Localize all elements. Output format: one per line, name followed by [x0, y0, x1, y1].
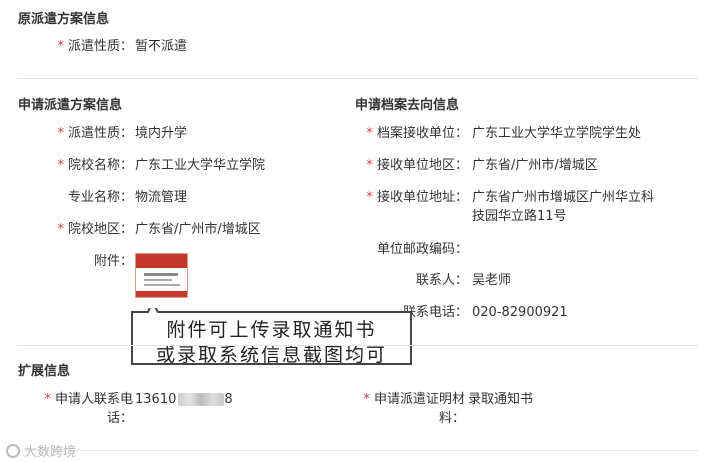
archive-postcode-row: 单位邮政编码：: [355, 240, 472, 259]
ext-proof-value: 录取通知书: [468, 392, 534, 407]
archive-phone-value: 020-82900921: [472, 305, 568, 320]
required-mark: *: [366, 158, 373, 173]
divider: [18, 345, 698, 346]
ext-phone-label-line2: 话：: [106, 411, 133, 426]
divider: [18, 78, 698, 79]
original-dispatch-label: 派遣性质：: [67, 39, 133, 54]
redacted-digits: [178, 393, 225, 406]
apply-dispatch-row: * 派遣性质： 境内升学: [18, 124, 187, 143]
archive-address-row: * 接收单位地址： 广东省广州市增城区广州华立科 技园华立路11号: [355, 188, 702, 226]
ext-phone-value: 13610: [135, 392, 177, 407]
archive-region-value: 广东省/广州市/增城区: [472, 158, 598, 173]
apply-school-row: * 院校名称： 广东工业大学华立学院: [18, 156, 265, 175]
required-mark: *: [363, 392, 370, 407]
required-mark: *: [366, 190, 373, 205]
ext-proof-row: * 申请派遣证明材 料： 录取通知书: [355, 390, 533, 428]
archive-region-row: * 接收单位地区： 广东省/广州市/增城区: [355, 156, 598, 175]
apply-dispatch-value: 境内升学: [135, 126, 188, 141]
ext-phone-value-tail: 8: [224, 392, 233, 407]
watermark: 大数跨境: [6, 441, 76, 460]
archive-unit-value: 广东工业大学华立学院学生处: [472, 126, 642, 141]
original-dispatch-value: 暂不派遣: [135, 39, 188, 54]
divider: [18, 450, 698, 451]
archive-unit-row: * 档案接收单位： 广东工业大学华立学院学生处: [355, 124, 641, 143]
apply-major-row: 专业名称： 物流管理: [18, 188, 187, 207]
archive-address-line1: 广东省广州市增城区广州华立科: [472, 190, 655, 205]
apply-attach-row: 附件：: [18, 252, 133, 271]
watermark-logo-icon: [6, 443, 20, 458]
callout-line1: 附件可上传录取通知书: [166, 319, 377, 341]
required-mark: *: [57, 126, 64, 141]
apply-attach-label: 附件：: [93, 254, 133, 269]
ext-title: 扩展信息: [18, 364, 71, 379]
apply-plan-title: 申请派遣方案信息: [18, 98, 123, 113]
required-mark: *: [57, 158, 64, 173]
original-dispatch-row: * 派遣性质： 暂不派遣: [18, 37, 187, 56]
required-mark: *: [57, 222, 64, 237]
archive-contact-value: 吴老师: [472, 273, 512, 288]
annotation-callout: 附件可上传录取通知书 或录取系统信息截图均可: [128, 308, 415, 368]
watermark-text: 大数跨境: [24, 445, 77, 460]
required-mark: *: [366, 126, 373, 141]
ext-proof-label-line1: 申请派遣证明材: [373, 392, 465, 407]
ext-phone-row: * 申请人联系电 话： 13610 8: [18, 390, 233, 428]
apply-school-value: 广东工业大学华立学院: [135, 158, 266, 173]
attachment-thumbnail[interactable]: [135, 253, 188, 298]
apply-region-value: 广东省/广州市/增城区: [135, 222, 261, 237]
archive-unit-label: 档案接收单位：: [376, 126, 468, 141]
original-plan-title: 原派遣方案信息: [18, 12, 110, 27]
archive-postcode-label: 单位邮政编码：: [376, 242, 468, 257]
archive-title: 申请档案去向信息: [355, 98, 460, 113]
ext-proof-label-line2: 料：: [438, 411, 465, 426]
required-mark: *: [44, 392, 51, 407]
required-mark: *: [57, 39, 64, 54]
archive-region-label: 接收单位地区：: [376, 158, 468, 173]
apply-region-label: 院校地区：: [67, 222, 133, 237]
archive-contact-row: 联系人： 吴老师: [355, 271, 511, 290]
apply-major-value: 物流管理: [135, 190, 188, 205]
archive-address-line2: 技园华立路11号: [472, 209, 567, 224]
apply-dispatch-label: 派遣性质：: [67, 126, 133, 141]
ext-phone-label-line1: 申请人联系电: [54, 392, 133, 407]
archive-address-label: 接收单位地址：: [376, 190, 468, 205]
apply-major-label: 专业名称：: [67, 190, 133, 205]
archive-contact-label: 联系人：: [415, 273, 468, 288]
apply-region-row: * 院校地区： 广东省/广州市/增城区: [18, 220, 261, 239]
apply-school-label: 院校名称：: [67, 158, 133, 173]
